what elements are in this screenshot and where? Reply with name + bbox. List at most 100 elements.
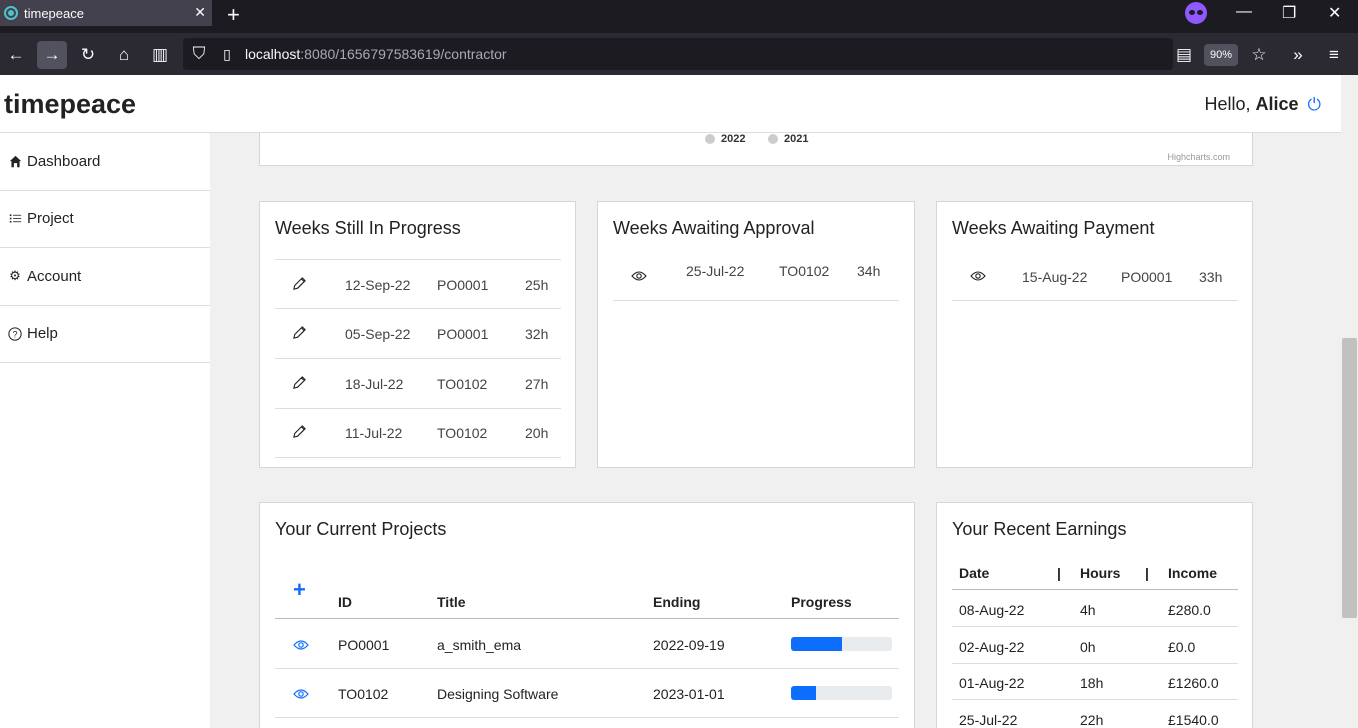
url-bar[interactable]: ⛉ ▯ localhost:8080/1656797583619/contrac… — [183, 38, 1173, 70]
browser-tab-bar: timepeace ✕ + — ❐ ✕ — [0, 0, 1358, 33]
week-project-id: PO0001 — [437, 326, 489, 342]
reload-icon[interactable]: ↻ — [73, 41, 103, 69]
sidebar-item-account[interactable]: ⚙ Account — [0, 248, 210, 306]
sidebar-item-help[interactable]: ? Help — [0, 306, 210, 363]
column-header-ending[interactable]: Ending — [653, 594, 700, 610]
column-header-title[interactable]: Title — [437, 594, 466, 610]
divider — [952, 663, 1238, 664]
close-tab-icon[interactable]: ✕ — [194, 4, 206, 21]
earning-date: 01-Aug-22 — [959, 675, 1025, 691]
logout-power-icon[interactable]: ⏻ — [1308, 95, 1321, 115]
edit-pencil-icon[interactable] — [292, 325, 307, 343]
card-title: Weeks Awaiting Approval — [613, 218, 815, 238]
divider — [952, 300, 1238, 301]
week-hours: 20h — [525, 425, 549, 441]
brand-logo[interactable]: timepeace — [4, 89, 136, 120]
project-title: a_smith_ema — [437, 637, 522, 653]
column-header-date: Date — [959, 565, 990, 581]
sidebar-item-dashboard[interactable]: Dashboard — [0, 133, 210, 191]
week-hours: 32h — [525, 326, 549, 342]
divider — [275, 308, 561, 309]
reader-sidebar-icon[interactable]: ▥ — [145, 41, 175, 69]
week-hours: 25h — [525, 277, 549, 293]
overflow-icon[interactable]: » — [1283, 41, 1313, 69]
new-tab-button[interactable]: + — [227, 2, 240, 28]
earning-income: £1260.0 — [1168, 675, 1219, 691]
home-icon — [7, 155, 23, 168]
reader-view-icon[interactable]: ▤ — [1169, 41, 1199, 69]
earning-income: £1540.0 — [1168, 712, 1219, 728]
edit-pencil-icon[interactable] — [292, 375, 307, 393]
zoom-level-badge[interactable]: 90% — [1204, 44, 1238, 66]
tab-title: timepeace — [24, 5, 84, 21]
page-info-icon[interactable]: ▯ — [212, 40, 242, 68]
dashboard-main: 2022 2021 Highcharts.com Weeks Still In … — [210, 133, 1341, 728]
minimize-icon[interactable]: — — [1236, 3, 1252, 21]
view-eye-icon[interactable] — [970, 269, 986, 285]
weeks-in-progress-card: Weeks Still In Progress 12-Sep-22 PO0001… — [259, 201, 576, 468]
divider — [613, 300, 899, 301]
page-scrollbar-thumb[interactable] — [1342, 338, 1357, 618]
legend-marker — [768, 134, 778, 144]
sidebar-item-label: Help — [27, 325, 58, 343]
week-project-id: TO0102 — [437, 425, 488, 441]
legend-item-2022[interactable]: 2022 — [705, 133, 745, 145]
edit-pencil-icon[interactable] — [292, 424, 307, 442]
divider — [275, 408, 561, 409]
list-icon — [7, 212, 23, 225]
browser-nav-bar: ← → ↻ ⌂ ▥ ⛉ ▯ localhost:8080/16567975836… — [0, 33, 1358, 75]
card-title: Your Current Projects — [275, 519, 447, 539]
user-name: Alice — [1255, 94, 1299, 114]
view-eye-icon[interactable] — [293, 687, 309, 705]
menu-icon[interactable]: ≡ — [1319, 41, 1349, 69]
divider — [275, 358, 561, 359]
view-eye-icon[interactable] — [631, 269, 647, 285]
restore-icon[interactable]: ❐ — [1282, 3, 1296, 23]
earning-hours: 22h — [1080, 712, 1104, 728]
close-window-icon[interactable]: ✕ — [1328, 3, 1341, 23]
svg-text:?: ? — [13, 329, 18, 339]
divider — [952, 626, 1238, 627]
bookmark-star-icon[interactable]: ☆ — [1244, 41, 1274, 69]
back-icon[interactable]: ← — [1, 41, 31, 69]
browser-tab[interactable]: timepeace ✕ — [0, 0, 212, 26]
earning-income: £280.0 — [1168, 602, 1211, 618]
divider — [275, 259, 561, 260]
earnings-chart-card: 2022 2021 Highcharts.com — [259, 133, 1253, 166]
chart-credit[interactable]: Highcharts.com — [1167, 152, 1230, 162]
forward-icon[interactable]: → — [37, 41, 67, 69]
week-project-id: TO0102 — [779, 263, 830, 279]
week-date: 25-Jul-22 — [686, 263, 745, 279]
legend-label: 2021 — [784, 133, 809, 145]
week-hours: 33h — [1199, 269, 1223, 285]
shield-icon[interactable]: ⛉ — [184, 40, 214, 68]
url-text[interactable]: localhost:8080/1656797583619/contractor — [245, 46, 507, 62]
column-header-income: Income — [1168, 565, 1218, 581]
column-header-id[interactable]: ID — [338, 594, 352, 610]
week-hours: 34h — [857, 263, 881, 279]
week-project-id: PO0001 — [1121, 269, 1173, 285]
view-eye-icon[interactable] — [293, 638, 309, 656]
add-project-button[interactable]: + — [293, 577, 306, 603]
sidebar-item-label: Project — [27, 210, 74, 228]
legend-item-2021[interactable]: 2021 — [768, 133, 808, 145]
edit-pencil-icon[interactable] — [292, 276, 307, 294]
project-progress-bar — [791, 686, 892, 700]
sidebar-item-project[interactable]: Project — [0, 191, 210, 248]
favicon-icon — [4, 6, 18, 20]
app-header: timepeace Hello, Alice ⏻ — [0, 75, 1341, 133]
column-separator: | — [1057, 565, 1061, 581]
project-ending: 2022-09-19 — [653, 637, 725, 653]
weeks-awaiting-approval-card: Weeks Awaiting Approval 25-Jul-22 TO0102… — [597, 201, 915, 468]
divider — [275, 717, 899, 718]
divider — [275, 668, 899, 669]
user-greeting: Hello, Alice ⏻ — [1204, 94, 1321, 115]
week-hours: 27h — [525, 376, 549, 392]
home-nav-icon[interactable]: ⌂ — [109, 41, 139, 69]
column-header-progress[interactable]: Progress — [791, 594, 852, 610]
project-title: Designing Software — [437, 686, 559, 702]
greeting-text: Hello, — [1204, 94, 1251, 114]
divider — [275, 618, 899, 619]
earning-date: 25-Jul-22 — [959, 712, 1018, 728]
sidebar-item-label: Dashboard — [27, 152, 101, 170]
